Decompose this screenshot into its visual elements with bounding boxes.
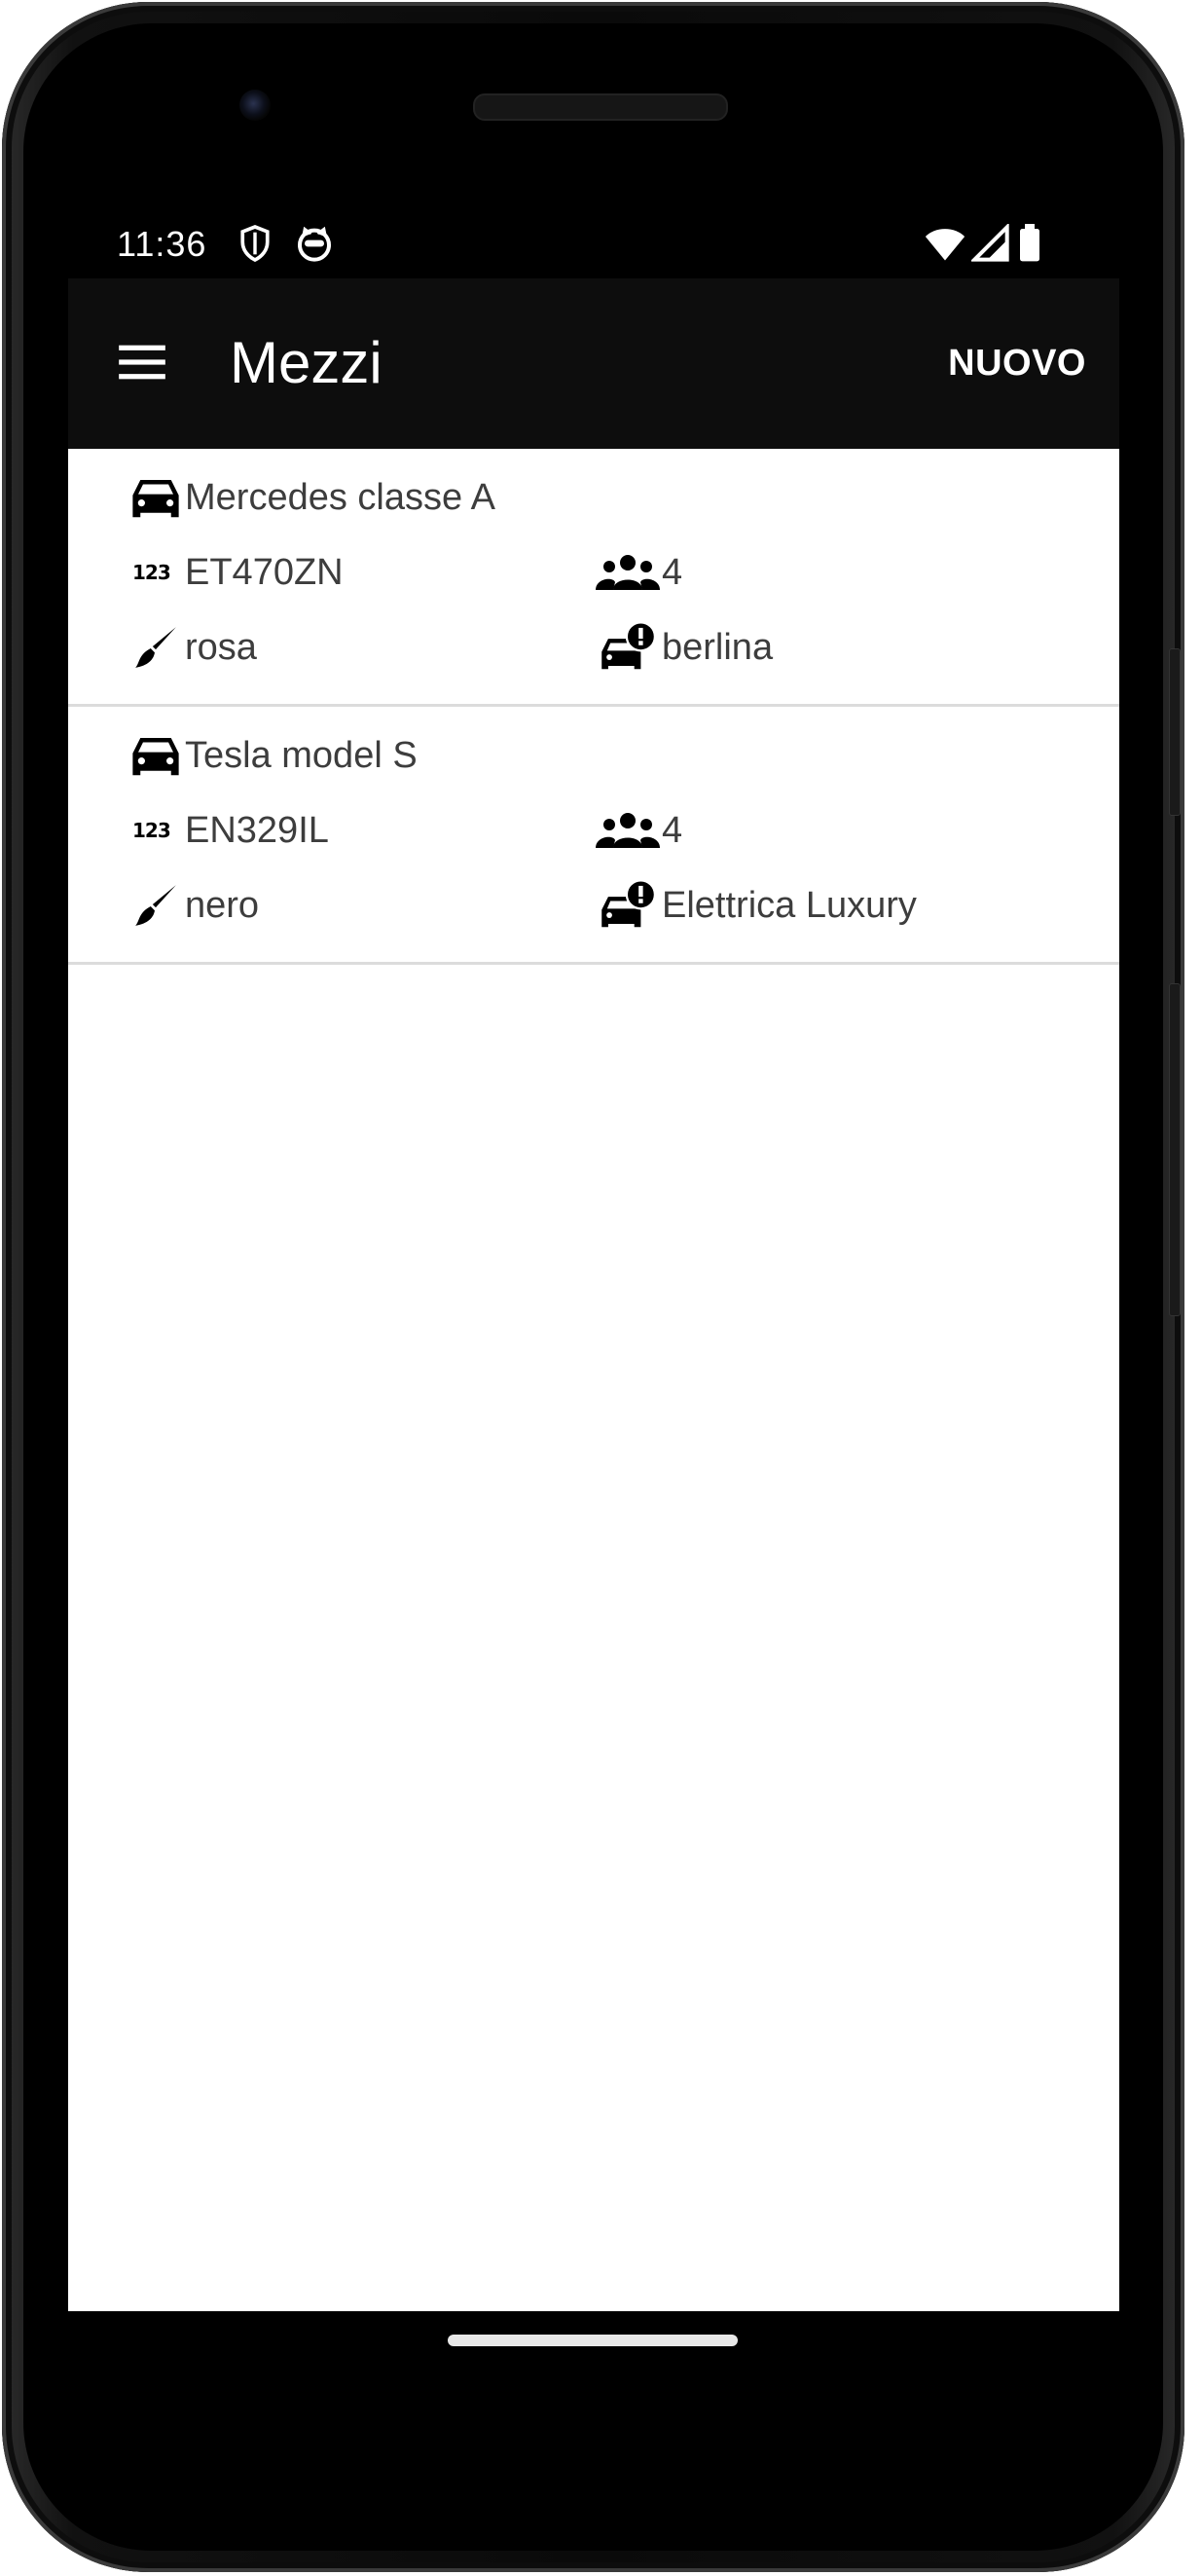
car-alert-icon [594,618,662,677]
hamburger-menu-icon[interactable] [117,337,167,387]
numbers-123-icon: 123 [127,801,185,860]
list-item[interactable]: Tesla model S 123 EN329IL 4 nero Elettri… [68,707,1119,965]
status-time: 11:36 [117,224,207,264]
vehicle-plate: EN329IL [185,809,329,851]
brush-icon [127,876,185,935]
power-button [1169,648,1181,816]
status-bar: 11:36 [68,216,1119,275]
car-alert-icon [594,876,662,935]
people-icon [594,543,662,602]
page-title: Mezzi [230,330,382,395]
vehicle-color: rosa [185,626,257,668]
car-icon [127,726,185,785]
home-indicator[interactable] [448,2335,738,2346]
vehicle-list: Mercedes classe A 123 ET470ZN 4 rosa ber… [68,449,1119,965]
vehicle-seats: 4 [662,551,683,593]
vehicle-name: Tesla model S [185,734,418,776]
vehicle-name: Mercedes classe A [185,476,495,518]
numbers-123-icon: 123 [127,543,185,602]
vehicle-plate: ET470ZN [185,551,344,593]
vehicle-type: Elettrica Luxury [662,884,917,926]
brush-icon [127,618,185,677]
vehicle-type: berlina [662,626,774,668]
shield-icon [238,224,272,268]
vehicle-seats: 4 [662,809,683,851]
signal-icon [969,222,1010,268]
vehicle-color: nero [185,884,260,926]
front-camera [239,90,271,121]
people-icon [594,801,662,860]
wifi-icon [925,224,965,268]
cat-face-icon [295,224,334,268]
svg-text:123: 123 [132,821,170,840]
new-button[interactable]: NUOVO [948,343,1086,385]
earpiece-speaker [473,93,728,121]
app-bar: Mezzi NUOVO [68,278,1119,449]
app-screen: Mezzi NUOVO Mercedes classe A 123 ET470Z… [68,278,1119,2311]
battery-icon [1018,224,1041,268]
volume-button [1169,983,1181,1316]
car-icon [127,468,185,527]
svg-text:123: 123 [132,563,170,582]
list-item[interactable]: Mercedes classe A 123 ET470ZN 4 rosa ber… [68,449,1119,707]
